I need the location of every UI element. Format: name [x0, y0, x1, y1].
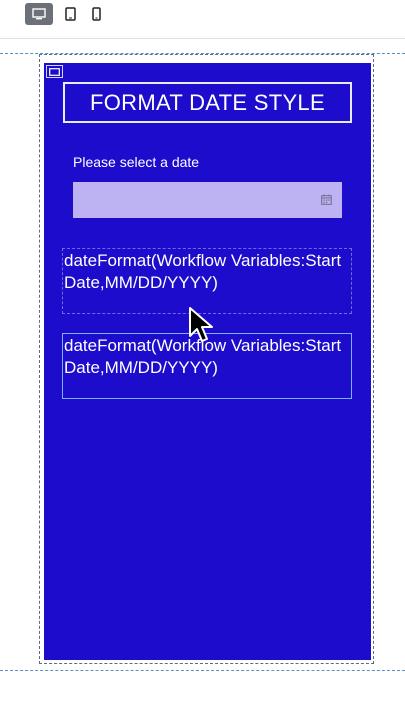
desktop-icon [32, 8, 46, 20]
guide-line-bottom [0, 670, 405, 671]
canvas-badge[interactable] [46, 65, 63, 78]
form-title: FORMAT DATE STYLE [63, 82, 352, 123]
desktop-view-button[interactable] [25, 3, 53, 25]
screen-icon [49, 67, 60, 76]
mouse-cursor-icon [189, 307, 213, 342]
mobile-view-button[interactable] [82, 3, 110, 25]
calendar-icon[interactable] [321, 194, 332, 205]
date-field-label: Please select a date [73, 154, 200, 170]
date-format-text-1[interactable]: dateFormat(Workflow Variables:Start Date… [62, 248, 352, 314]
tablet-view-button[interactable] [56, 3, 84, 25]
tablet-icon [64, 7, 76, 21]
form-canvas: FORMAT DATE STYLE Please select a date d… [44, 63, 371, 660]
mobile-icon [91, 7, 101, 21]
date-picker-input[interactable] [73, 182, 342, 218]
device-toolbar [0, 0, 405, 39]
